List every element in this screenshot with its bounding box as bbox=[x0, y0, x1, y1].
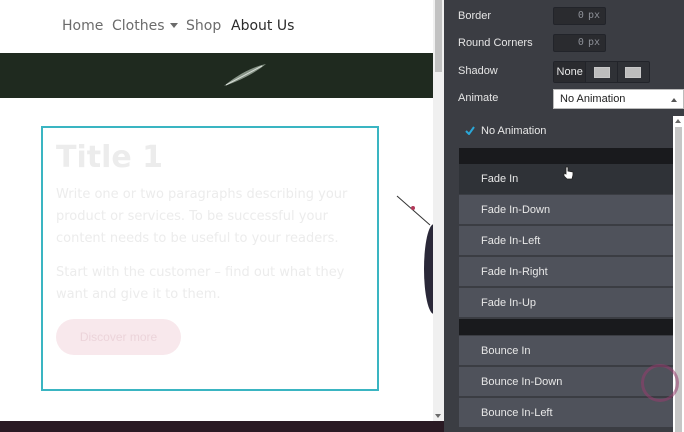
feather-icon bbox=[224, 64, 266, 86]
animate-label: Animate bbox=[458, 92, 499, 104]
click-indicator bbox=[641, 364, 679, 402]
option-fade-in-left[interactable]: Fade In-Left bbox=[459, 225, 673, 255]
nav-clothes[interactable]: Clothes bbox=[112, 18, 178, 34]
nav-shop[interactable]: Shop bbox=[186, 18, 221, 34]
content-card[interactable]: Title 1 Write one or two paragraphs desc… bbox=[41, 126, 379, 391]
option-label: No Animation bbox=[481, 125, 547, 137]
card-paragraph: Write one or two paragraphs describing y… bbox=[56, 187, 348, 246]
site-scrollbar[interactable] bbox=[433, 0, 444, 425]
shadow-large-button[interactable] bbox=[618, 62, 649, 82]
site-scrollbar-thumb[interactable] bbox=[435, 0, 442, 72]
website-preview: Home Clothes Shop About Us Title 1 Write… bbox=[0, 0, 433, 421]
hand-cursor-icon bbox=[563, 166, 574, 180]
round-corners-value: 0 bbox=[577, 37, 584, 48]
shadow-small-button[interactable] bbox=[586, 62, 618, 82]
chevron-down-icon bbox=[169, 23, 178, 28]
shadow-none-button[interactable]: None bbox=[554, 62, 587, 82]
border-label: Border bbox=[458, 10, 492, 22]
nav-clothes-label: Clothes bbox=[112, 18, 165, 34]
option-fade-in-up[interactable]: Fade In-Up bbox=[459, 287, 673, 317]
option-fade-in-right[interactable]: Fade In-Right bbox=[459, 256, 673, 286]
round-corners-unit: px bbox=[587, 37, 600, 48]
shadow-label: Shadow bbox=[458, 65, 498, 77]
card-paragraph: Start with the customer – find out what … bbox=[56, 265, 345, 302]
card-title: Title 1 bbox=[56, 140, 164, 175]
animate-select-value: No Animation bbox=[560, 93, 626, 105]
discover-more-button[interactable]: Discover more bbox=[56, 319, 181, 355]
border-width-field[interactable]: 0 px bbox=[553, 7, 606, 25]
animate-select[interactable]: No Animation bbox=[553, 89, 684, 109]
checkmark-icon bbox=[465, 126, 475, 135]
round-corners-field[interactable]: 0 px bbox=[553, 34, 606, 52]
nav-home[interactable]: Home bbox=[62, 18, 103, 34]
round-corners-label: Round Corners bbox=[458, 37, 533, 49]
decorative-line-icon bbox=[396, 195, 431, 226]
group-separator bbox=[459, 319, 673, 335]
shadow-box-icon bbox=[625, 66, 644, 80]
bottom-strip bbox=[0, 421, 444, 432]
nav-about-us[interactable]: About Us bbox=[231, 18, 294, 34]
option-bounce-in[interactable]: Bounce In bbox=[459, 335, 673, 365]
chevron-up-icon bbox=[671, 98, 677, 102]
border-unit: px bbox=[587, 10, 600, 21]
group-separator bbox=[459, 148, 673, 164]
option-bounce-in-left[interactable]: Bounce In-Left bbox=[459, 397, 673, 427]
option-no-animation[interactable]: No Animation bbox=[459, 116, 673, 146]
shadow-options: None bbox=[553, 61, 650, 83]
shadow-box-icon bbox=[593, 66, 612, 80]
hero-banner bbox=[0, 53, 433, 98]
decorative-image bbox=[424, 224, 433, 314]
option-fade-in-down[interactable]: Fade In-Down bbox=[459, 194, 673, 224]
scroll-down-arrow-icon[interactable] bbox=[435, 414, 441, 418]
site-navbar: Home Clothes Shop About Us bbox=[0, 0, 433, 53]
scroll-up-arrow-icon[interactable] bbox=[675, 119, 681, 123]
border-width-value: 0 bbox=[577, 10, 584, 21]
